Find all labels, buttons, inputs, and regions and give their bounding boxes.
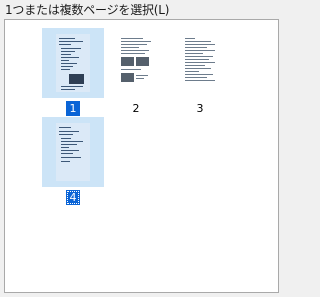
page-thumbnail-2-selection	[105, 28, 167, 98]
page-number-2: 2	[132, 102, 140, 115]
page-select-panel: 1つまたは複数ページを選択(L) 1 2 3 4	[0, 0, 286, 297]
page-number-4: 4	[66, 190, 80, 205]
page-thumbnail-1-image	[56, 34, 90, 92]
page-number-3: 3	[196, 102, 204, 115]
page-thumbnail-2-image	[119, 34, 153, 92]
page-thumbnail-3-image	[183, 34, 217, 92]
page-thumbnail-list[interactable]: 1 2 3 4	[4, 19, 279, 293]
page-thumbnail-1-selection	[42, 28, 104, 98]
page-thumbnail-4-image	[56, 123, 90, 181]
page-select-label: 1つまたは複数ページを選択(L)	[5, 3, 170, 17]
page-thumbnail-4-selection	[42, 117, 104, 187]
page-number-1: 1	[66, 101, 80, 116]
page-thumbnail-3-selection	[169, 28, 231, 98]
